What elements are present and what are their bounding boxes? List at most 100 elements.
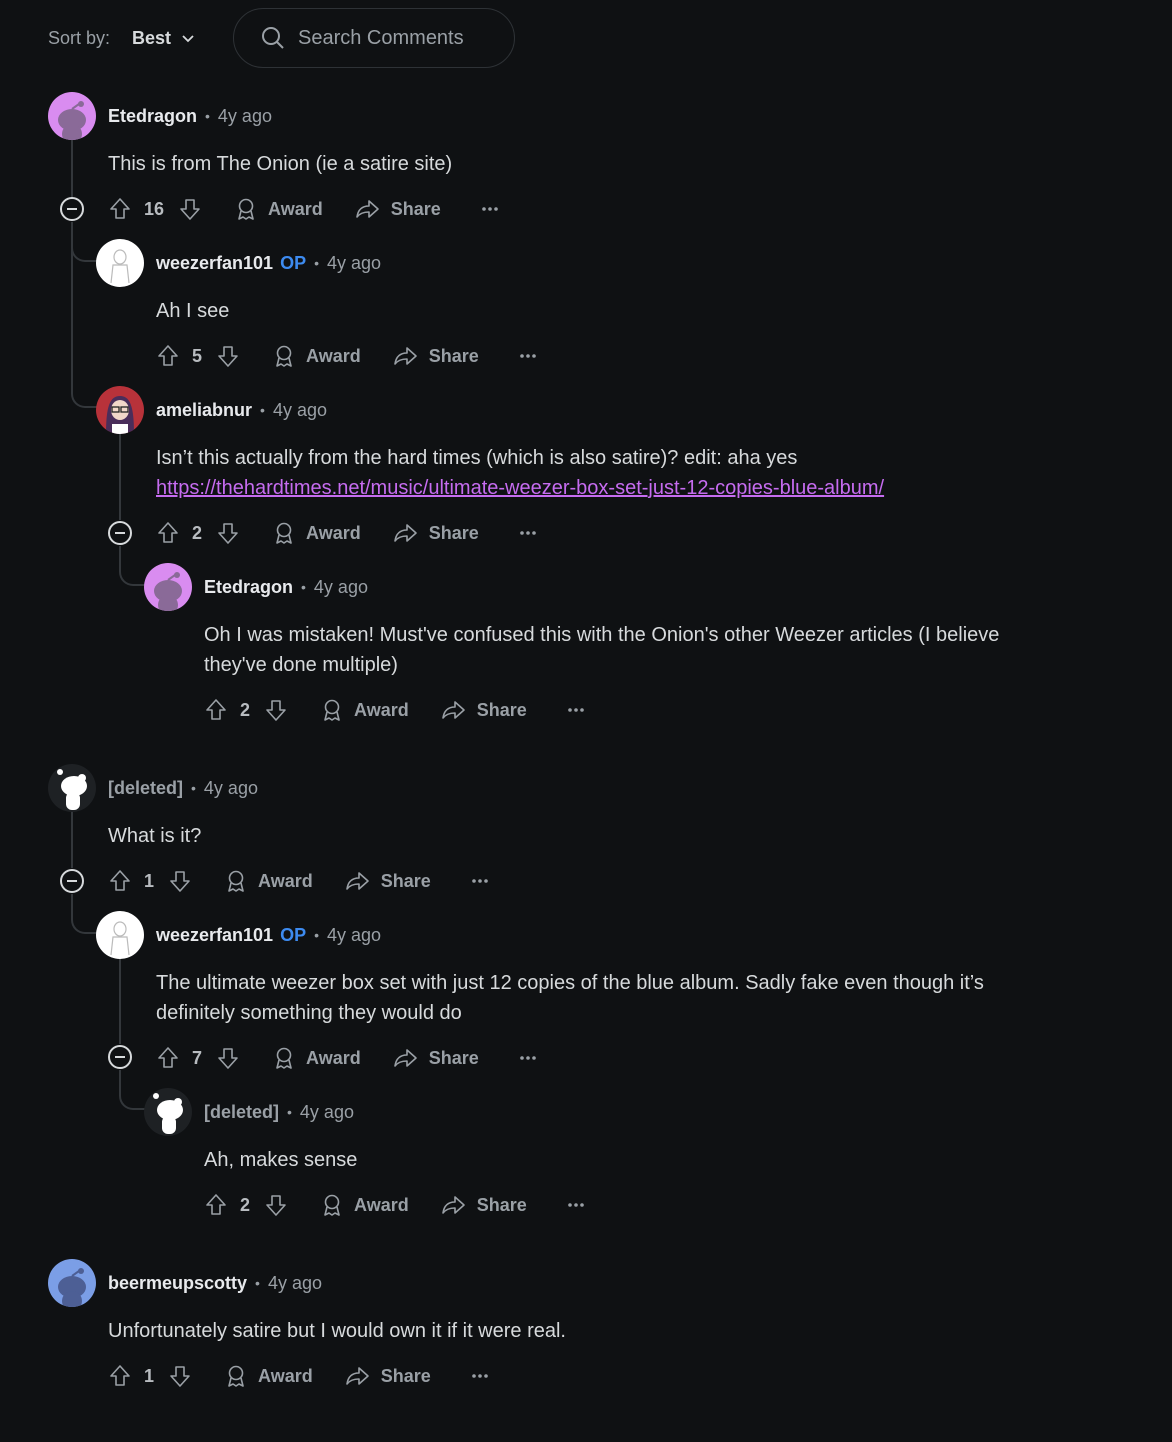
upvote-icon[interactable] <box>156 344 180 368</box>
timestamp[interactable]: 4y ago <box>300 1102 354 1123</box>
collapse-button[interactable] <box>108 521 132 545</box>
vote-score: 7 <box>192 1047 203 1068</box>
share-icon <box>355 200 379 218</box>
share-icon <box>345 1367 369 1385</box>
more-icon <box>471 879 488 883</box>
upvote-icon[interactable] <box>156 1046 180 1070</box>
comment-header: ameliabnur • 4y ago <box>156 386 327 434</box>
collapse-button[interactable] <box>108 1045 132 1069</box>
search-comments-input[interactable]: Search Comments <box>233 8 515 68</box>
username[interactable]: beermeupscotty <box>108 1273 247 1294</box>
timestamp[interactable]: 4y ago <box>327 253 381 274</box>
comment-actions: 7 Award Share <box>156 1038 537 1078</box>
avatar[interactable] <box>144 1088 192 1136</box>
downvote-icon[interactable] <box>216 344 240 368</box>
timestamp[interactable]: 4y ago <box>327 925 381 946</box>
comment-header: weezerfan101 OP • 4y ago <box>156 239 381 287</box>
comment-header: Etedragon • 4y ago <box>108 92 272 140</box>
vote-score: 2 <box>240 1194 251 1215</box>
timestamp[interactable]: 4y ago <box>273 400 327 421</box>
award-button[interactable]: Award <box>224 869 313 893</box>
award-icon <box>228 870 244 892</box>
avatar[interactable] <box>48 92 96 140</box>
award-label: Award <box>306 522 361 543</box>
more-options-button[interactable] <box>567 1202 585 1208</box>
search-icon <box>262 27 284 49</box>
upvote-icon[interactable] <box>156 521 180 545</box>
username[interactable]: Etedragon <box>204 577 293 598</box>
timestamp[interactable]: 4y ago <box>268 1273 322 1294</box>
share-icon <box>393 1049 417 1067</box>
avatar[interactable] <box>48 1259 96 1307</box>
upvote-icon[interactable] <box>108 1364 132 1388</box>
award-button[interactable]: Award <box>224 1364 313 1388</box>
username[interactable]: weezerfan101 <box>156 925 273 946</box>
upvote-icon[interactable] <box>204 1193 228 1217</box>
award-icon <box>276 522 292 544</box>
thread-line <box>71 894 97 934</box>
deleted-user-avatar-icon <box>48 764 96 812</box>
vote-controls: 1 <box>108 1364 192 1388</box>
more-options-button[interactable] <box>471 878 489 884</box>
more-options-button[interactable] <box>471 1373 489 1379</box>
comment-body: Oh I was mistaken! Must've confused this… <box>204 620 999 680</box>
award-button[interactable]: Award <box>272 344 361 368</box>
downvote-icon[interactable] <box>216 1046 240 1070</box>
snoo-avatar-icon <box>48 92 96 140</box>
share-button[interactable]: Share <box>393 521 479 545</box>
award-button[interactable]: Award <box>234 197 323 221</box>
username[interactable]: weezerfan101 <box>156 253 273 274</box>
share-button[interactable]: Share <box>441 698 527 722</box>
timestamp[interactable]: 4y ago <box>204 778 258 799</box>
separator-dot: • <box>205 108 210 124</box>
more-options-button[interactable] <box>567 707 585 713</box>
downvote-icon[interactable] <box>168 1364 192 1388</box>
vote-controls: 5 <box>156 344 240 368</box>
username[interactable]: ameliabnur <box>156 400 252 421</box>
share-button[interactable]: Share <box>393 344 479 368</box>
avatar[interactable] <box>144 563 192 611</box>
separator-dot: • <box>301 579 306 595</box>
timestamp[interactable]: 4y ago <box>314 577 368 598</box>
avatar[interactable] <box>96 911 144 959</box>
comment-body: This is from The Onion (ie a satire site… <box>108 153 453 175</box>
share-button[interactable]: Share <box>355 197 441 221</box>
comment-text-line: The ultimate weezer box set with just 12… <box>156 972 984 994</box>
sort-dropdown[interactable]: Best <box>132 28 195 49</box>
downvote-icon[interactable] <box>168 869 192 893</box>
award-icon <box>228 1365 244 1387</box>
thread-line <box>119 434 121 520</box>
username[interactable]: Etedragon <box>108 106 197 127</box>
share-button[interactable]: Share <box>441 1193 527 1217</box>
award-button[interactable]: Award <box>272 521 361 545</box>
award-button[interactable]: Award <box>320 1193 409 1217</box>
downvote-icon[interactable] <box>264 698 288 722</box>
upvote-icon[interactable] <box>108 869 132 893</box>
vote-controls: 16 <box>108 197 202 221</box>
upvote-icon[interactable] <box>108 197 132 221</box>
comment-header: [deleted] • 4y ago <box>108 764 258 812</box>
upvote-icon[interactable] <box>204 698 228 722</box>
more-options-button[interactable] <box>519 1055 537 1061</box>
timestamp[interactable]: 4y ago <box>218 106 272 127</box>
avatar[interactable] <box>96 239 144 287</box>
downvote-icon[interactable] <box>264 1193 288 1217</box>
more-options-button[interactable] <box>481 206 499 212</box>
share-button[interactable]: Share <box>345 869 431 893</box>
avatar[interactable] <box>96 386 144 434</box>
share-button[interactable]: Share <box>345 1364 431 1388</box>
collapse-button[interactable] <box>60 197 84 221</box>
comment-link[interactable]: https://thehardtimes.net/music/ultimate-… <box>156 477 884 499</box>
downvote-icon[interactable] <box>216 521 240 545</box>
avatar[interactable] <box>48 764 96 812</box>
sort-bar: Sort by: Best <box>48 8 195 68</box>
thread-line <box>119 958 121 1044</box>
share-label: Share <box>390 198 441 219</box>
share-button[interactable]: Share <box>393 1046 479 1070</box>
more-options-button[interactable] <box>519 530 537 536</box>
collapse-button[interactable] <box>60 869 84 893</box>
award-button[interactable]: Award <box>272 1046 361 1070</box>
more-options-button[interactable] <box>519 353 537 359</box>
award-button[interactable]: Award <box>320 698 409 722</box>
downvote-icon[interactable] <box>178 197 202 221</box>
